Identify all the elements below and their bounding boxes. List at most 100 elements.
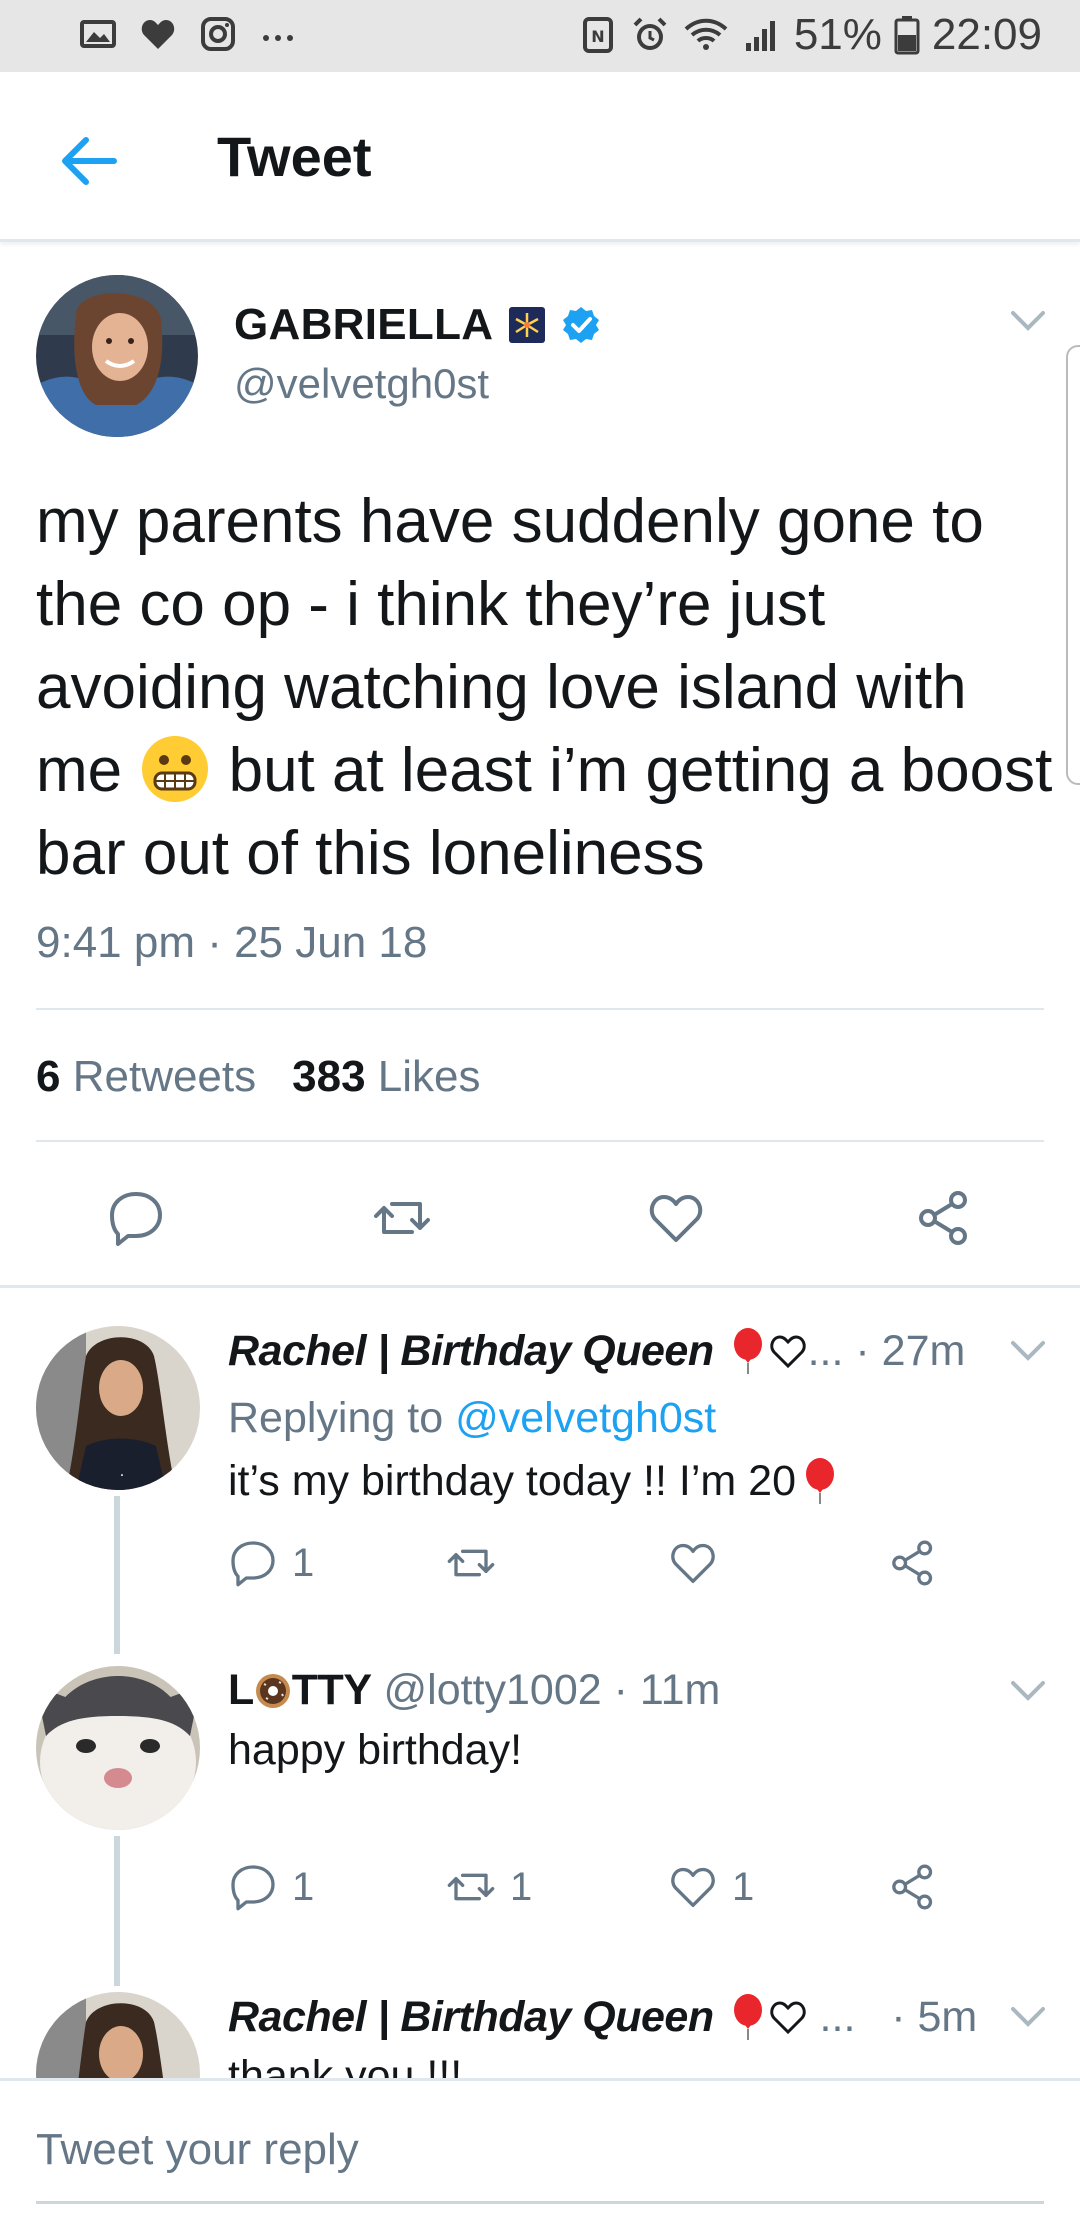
more-icon (263, 35, 293, 41)
likes-count: 383 (292, 1052, 366, 1101)
retweet-icon (447, 1549, 495, 1577)
share-icon (892, 1540, 933, 1586)
reply-header: L TTY @lotty1002 · 11m (228, 1666, 720, 1715)
retweets-stat[interactable]: 6 Retweets (36, 1052, 256, 1102)
fireworks-emoji-icon (509, 307, 546, 343)
reply-action-retweet[interactable] (446, 1538, 510, 1588)
alarm-icon (633, 17, 667, 50)
reply-icon[interactable] (106, 1188, 166, 1248)
reply-author-name-end: TTY (291, 1666, 372, 1714)
gallery-icon (80, 20, 116, 48)
author-name-row: GABRIELLA (234, 300, 601, 350)
reply-action-share[interactable] (888, 1538, 938, 1588)
battery-icon (894, 16, 920, 55)
reply-action-like[interactable] (668, 1538, 732, 1588)
header-bar: Tweet (0, 72, 1080, 242)
reply-header: Rachel | Birthday Queen ... · 5m (228, 1992, 977, 2042)
thread-line (114, 1496, 120, 1654)
divider (36, 1008, 1044, 1010)
page-title: Tweet (217, 125, 372, 188)
reply-icon (231, 1541, 275, 1587)
reply-meta: ... · 5m (807, 1992, 978, 2041)
reply-author-name-start: L (228, 1666, 254, 1714)
reply-action-reply[interactable]: 1 (228, 1538, 314, 1588)
tweet-text: my parents have suddenly gone to the co … (36, 480, 1056, 895)
retweet-count: 1 (510, 1864, 533, 1909)
divider (36, 1140, 1044, 1142)
verified-badge-icon (563, 307, 600, 343)
author-handle[interactable]: @velvetgh0st (234, 360, 489, 408)
section-divider (0, 1285, 1080, 1288)
retweets-count: 6 (36, 1052, 61, 1101)
retweets-label: Retweets (72, 1052, 257, 1101)
chevron-down-icon[interactable] (1010, 1680, 1046, 1702)
author-avatar-photo (36, 275, 198, 437)
like-count: 1 (732, 1864, 755, 1909)
battery-percent: 51% (793, 10, 882, 59)
reply-action-retweet[interactable]: 1 (446, 1862, 532, 1912)
donut-emoji-icon (255, 1674, 290, 1708)
reply-input[interactable]: Tweet your reply (36, 2125, 359, 2175)
reply-avatar-photo (36, 1666, 200, 1830)
chevron-down-icon[interactable] (1010, 1340, 1046, 1362)
white-heart-emoji-icon (769, 1335, 806, 1369)
reply-count: 1 (292, 1540, 315, 1585)
reply-avatar-photo: . (36, 1326, 200, 1490)
status-bar-notifications (78, 14, 298, 54)
replying-to-label: Replying to (228, 1394, 456, 1442)
replying-to-handle[interactable]: @velvetgh0st (455, 1394, 716, 1442)
reply-avatar[interactable]: . (36, 1326, 200, 1490)
signal-icon (745, 21, 775, 51)
nfc-icon: N (582, 17, 613, 53)
replying-to: Replying to @velvetgh0st (228, 1394, 716, 1443)
reply-meta: ... · 27m (807, 1326, 966, 1375)
thread-line (114, 1836, 120, 1986)
reply-author-name[interactable]: Rachel | Birthday Queen (228, 1327, 714, 1376)
scrollbar[interactable] (1066, 345, 1080, 785)
reply-action-like[interactable]: 1 (668, 1862, 754, 1912)
reply-author-name[interactable]: L TTY (228, 1666, 372, 1715)
reply-input-underline (36, 2201, 1044, 2204)
likes-stat[interactable]: 383 Likes (292, 1052, 480, 1102)
share-icon[interactable] (914, 1188, 974, 1248)
heart-icon (141, 20, 175, 49)
balloon-emoji-icon (806, 1458, 834, 1504)
reply-actions: 1 1 1 (228, 1862, 1008, 1918)
white-heart-emoji-icon (769, 2001, 806, 2035)
svg-text:N: N (591, 27, 604, 46)
chevron-down-icon[interactable] (1010, 2006, 1046, 2028)
share-icon (892, 1864, 933, 1910)
reply-header: Rachel | Birthday Queen ... · 27m (228, 1326, 965, 1376)
chevron-down-icon[interactable] (1010, 310, 1046, 332)
clock: 22:09 (931, 10, 1042, 59)
reply-text-content: it’s my birthday today !! I’m 20 (228, 1456, 796, 1505)
retweet-icon (447, 1873, 495, 1901)
reply-action-share[interactable] (888, 1862, 938, 1912)
instagram-icon (201, 17, 235, 51)
reply-icon (231, 1865, 275, 1911)
like-heart-icon (671, 1543, 715, 1583)
reply-action-reply[interactable]: 1 (228, 1862, 314, 1912)
balloon-emoji-icon (733, 1328, 762, 1374)
reply-text: it’s my birthday today !! I’m 20 (228, 1456, 840, 1506)
like-heart-icon[interactable] (646, 1188, 706, 1248)
author-avatar[interactable] (36, 275, 198, 437)
tweet-timestamp: 9:41 pm · 25 Jun 18 (36, 918, 428, 967)
tweet-stats: 6 Retweets 383 Likes (36, 1052, 481, 1102)
likes-label: Likes (377, 1052, 481, 1101)
balloon-emoji-icon (733, 1994, 762, 2040)
wifi-icon (684, 18, 728, 50)
reply-avatar[interactable] (36, 1666, 200, 1830)
retweet-icon[interactable] (372, 1188, 432, 1248)
svg-text:.: . (120, 1464, 124, 1480)
back-arrow-icon[interactable] (58, 130, 120, 192)
reply-handle-time: @lotty1002 · 11m (383, 1666, 721, 1714)
grimacing-face-emoji-icon (142, 736, 209, 802)
tweet-actions (0, 1178, 1080, 1258)
reply-text: happy birthday! (228, 1726, 523, 1774)
author-name[interactable]: GABRIELLA (234, 300, 493, 350)
reply-count: 1 (292, 1864, 315, 1909)
reply-author-name[interactable]: Rachel | Birthday Queen (228, 1993, 714, 2042)
reply-composer: Tweet your reply (0, 2078, 1080, 2220)
reply-actions: 1 (228, 1538, 1008, 1594)
